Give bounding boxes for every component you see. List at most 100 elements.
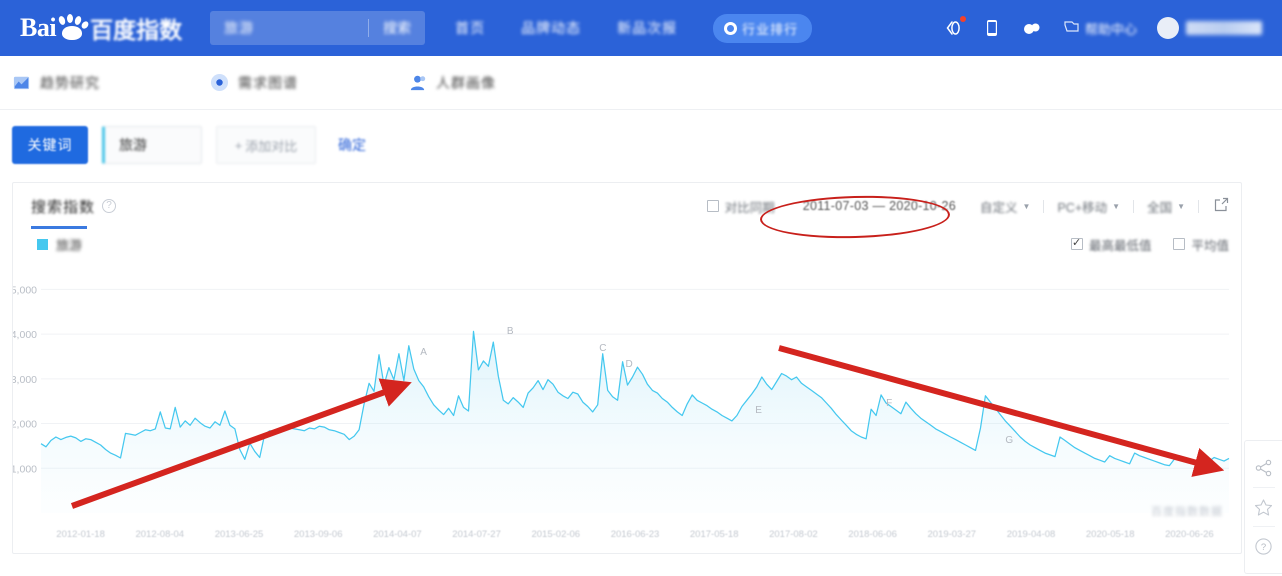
nav-home[interactable]: 首页 (455, 18, 485, 38)
average-label: 平均值 (1191, 238, 1229, 253)
x-axis-tick: 2012-08-04 (135, 529, 184, 540)
subnav-label-crowd: 人群画像 (436, 74, 496, 91)
range-preset-select[interactable]: 自定义 ▼ (980, 197, 1030, 216)
minmax-checkbox[interactable]: 最高最低值 (1070, 235, 1151, 254)
device-label: PC+移动 (1057, 200, 1108, 215)
chart-canvas: 1,000 2,000 3,000 4,000 5,000 2012-01-18 2012-… (13, 284, 1230, 540)
compare-period-checkbox[interactable]: 对比同期 (706, 197, 775, 216)
logo-cn-text: 百度指数 (90, 17, 183, 43)
card-title: 搜索指数 (31, 198, 96, 216)
device-select[interactable]: PC+移动 ▼ (1057, 197, 1120, 216)
x-axis-tick: 2016-06-23 (611, 529, 660, 540)
peak-marker-D: D (625, 359, 632, 370)
filter-bar: 关键词 旅游 + 添加对比 确定 (0, 110, 1282, 180)
industry-rank-label: 行业排行 (742, 21, 799, 37)
subnav-item-trend[interactable]: 趋势研究 (12, 73, 100, 93)
industry-rank-button[interactable]: 行业排行 (713, 13, 813, 43)
x-axis-tick: 2013-09-06 (294, 529, 343, 540)
keyword-input[interactable]: 旅游 (102, 126, 202, 164)
x-axis-tick: 2020-06-26 (1165, 529, 1214, 540)
x-axis-tick: 2014-04-07 (373, 529, 422, 540)
x-axis-tick: 2012-01-18 (56, 529, 105, 540)
region-select[interactable]: 全国 ▼ (1147, 197, 1185, 216)
search-input[interactable]: 旅游 (210, 18, 368, 38)
checkbox-box (1173, 238, 1186, 250)
peak-marker-F: F (886, 398, 892, 409)
chart-options: 最高最低值 平均值 (1070, 235, 1229, 254)
search-button[interactable]: 搜索 (369, 18, 425, 38)
checkbox-box (706, 200, 719, 212)
peak-marker-G: G (1005, 435, 1013, 446)
y-axis-tick: 5,000 (13, 284, 37, 296)
y-axis-tick: 4,000 (13, 329, 37, 341)
notification-badge (959, 16, 966, 22)
user-account[interactable] (1157, 17, 1262, 39)
cloud-icon[interactable] (1021, 19, 1043, 37)
chevron-down-icon: ▼ (1022, 201, 1031, 211)
chevron-down-icon: ▼ (1112, 201, 1121, 211)
info-icon[interactable]: ? (102, 199, 117, 213)
top-nav: 首页 品牌动态 新品次报 行业排行 (455, 13, 813, 43)
demand-graph-icon (210, 73, 229, 92)
trend-chart-icon (13, 76, 30, 90)
help-center-link[interactable]: 帮助中心 (1063, 18, 1137, 39)
search-box[interactable]: 旅游 搜索 (210, 11, 426, 45)
title-underline (31, 226, 87, 229)
chart-area-fill (41, 331, 1229, 513)
x-axis-tick: 2015-02-06 (531, 529, 580, 540)
add-compare-label: 添加对比 (245, 138, 298, 154)
favorite-star-icon[interactable] (1245, 488, 1282, 526)
subnav-label-trend: 趋势研究 (40, 74, 100, 91)
chart-watermark: 百度指数数据 (1151, 506, 1223, 518)
keyword-tab-button[interactable]: 关键词 (12, 126, 88, 164)
peak-marker-A: A (420, 347, 427, 358)
float-action-bar: ? (1244, 440, 1282, 574)
compare-period-label: 对比同期 (724, 200, 775, 215)
svg-text:?: ? (1261, 542, 1266, 553)
paw-print-icon (57, 14, 90, 41)
card-header-controls: 对比同期 2011-07-03 — 2020-10-26 自定义 ▼ PC+移动… (706, 197, 1229, 216)
divider (1133, 199, 1135, 213)
compass-icon[interactable] (943, 16, 966, 38)
average-checkbox[interactable]: 平均值 (1173, 235, 1229, 254)
subnav-item-demand[interactable]: 需求图谱 (210, 73, 298, 93)
header-right-actions: 帮助中心 (943, 16, 1266, 39)
card-header: 搜索指数 ? 对比同期 2011-07-03 — 2020-10-26 自定义 … (13, 183, 1241, 229)
help-center-label: 帮助中心 (1084, 21, 1137, 37)
baidu-logo[interactable]: Bai 百度指数 (20, 11, 182, 45)
sub-nav: 趋势研究 需求图谱 人群画像 (0, 56, 1282, 110)
subnav-label-demand: 需求图谱 (238, 74, 298, 91)
range-preset-label: 自定义 (980, 200, 1018, 215)
chevron-down-icon: ▼ (1177, 201, 1185, 211)
y-axis-tick: 2,000 (13, 419, 37, 431)
subnav-item-crowd[interactable]: 人群画像 (408, 73, 496, 93)
legend-color-swatch (37, 238, 48, 250)
x-axis-tick: 2020-05-18 (1086, 529, 1135, 540)
mobile-icon[interactable] (983, 18, 1001, 38)
checkbox-box-checked (1070, 236, 1083, 250)
help-doc-icon (1063, 18, 1080, 39)
divider (1043, 199, 1045, 213)
x-axis-tick: 2019-04-08 (1007, 529, 1056, 540)
legend-item-keyword[interactable]: 旅游 (37, 235, 82, 254)
date-range-picker[interactable]: 2011-07-03 — 2020-10-26 (803, 199, 956, 213)
y-axis-tick: 3,000 (13, 374, 37, 386)
peak-marker-E: E (755, 405, 762, 416)
peak-marker-C: C (599, 343, 606, 354)
crowd-portrait-icon (410, 75, 426, 91)
x-axis-tick: 2018-06-06 (848, 529, 897, 540)
search-index-chart[interactable]: 1,000 2,000 3,000 4,000 5,000 2012-01-18 2012-… (13, 259, 1241, 549)
divider (1198, 199, 1199, 213)
question-help-icon[interactable]: ? (1245, 527, 1282, 565)
logo-latin-text: Bai (20, 13, 57, 42)
x-axis-tick: 2017-08-02 (769, 529, 818, 540)
y-axis-tick: 1,000 (13, 463, 37, 475)
share-icon[interactable] (1245, 449, 1282, 487)
top-header: Bai 百度指数 旅游 搜索 首页 品牌动态 新品次报 行业排行 帮助中心 (0, 0, 1282, 56)
legend-label: 旅游 (56, 237, 83, 253)
nav-new-report[interactable]: 新品次报 (617, 18, 677, 38)
nav-brand-news[interactable]: 品牌动态 (521, 18, 581, 38)
export-icon[interactable] (1214, 197, 1229, 215)
add-compare-button[interactable]: + 添加对比 (216, 126, 316, 164)
confirm-button[interactable]: 确定 (338, 135, 366, 155)
